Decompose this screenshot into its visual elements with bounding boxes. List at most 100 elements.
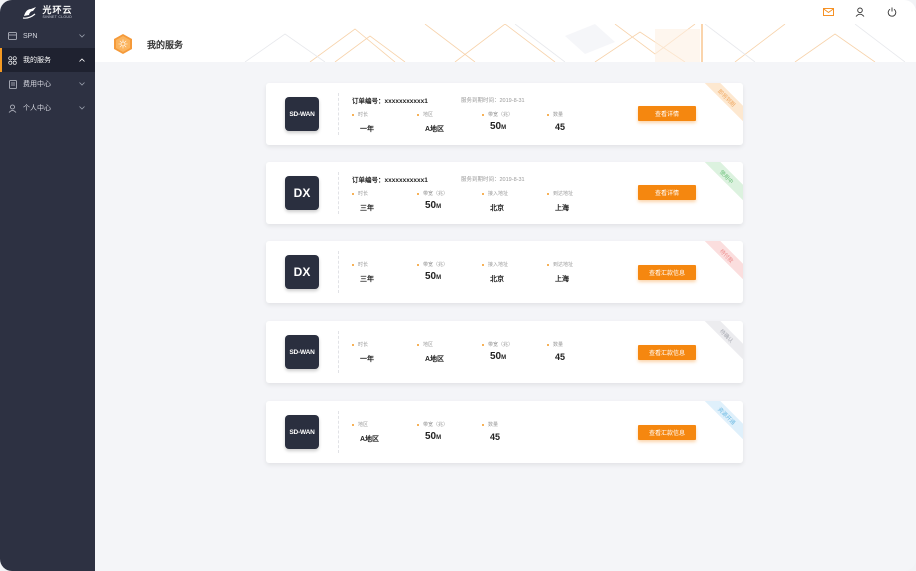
mail-icon[interactable] [822, 6, 834, 18]
field-label: 到达地址 [553, 262, 574, 268]
field-value: 上海 [555, 276, 569, 283]
bullet-icon [482, 343, 484, 346]
field-label: 时长 [358, 342, 369, 348]
bullet-icon [547, 113, 549, 116]
expire-time: 服务到期时间：2019-8-31 [461, 98, 525, 104]
field-duration: 时长 三年 [352, 190, 374, 213]
status-ribbon: 待付款 [701, 241, 743, 281]
field-value: 50 [425, 271, 437, 282]
product-tile: SD-WAN [285, 335, 319, 369]
field-bandwidth: 带宽（兆） 50M [482, 341, 513, 362]
product-tile: SD-WAN [285, 415, 319, 449]
bullet-icon [417, 423, 419, 426]
product-tile: DX [285, 176, 319, 210]
page-header: 我的服务 [95, 24, 916, 62]
field-label: 地区 [423, 342, 434, 348]
service-card: SD-WAN 地区 A地区 带宽（兆） 50M 数量 45 查看汇款信息 资源开… [266, 401, 743, 463]
bullet-icon [352, 263, 354, 266]
field-value: 45 [555, 122, 566, 132]
field-bandwidth: 带宽（兆） 50M [417, 261, 448, 282]
services-icon [8, 55, 17, 65]
billing-icon [8, 79, 17, 89]
divider [338, 251, 339, 293]
chevron-up-icon [77, 58, 87, 62]
field-value: 45 [490, 432, 501, 442]
field-label: 时长 [358, 112, 369, 118]
field-quantity: 数量 45 [547, 341, 565, 362]
field-value: 45 [555, 352, 566, 362]
sidebar: 光环云 SINNET CLOUD SPN 我的服务 费用中心 个人中心 [0, 0, 95, 571]
bullet-icon [352, 192, 354, 195]
bullet-icon [482, 263, 484, 266]
top-bar [95, 0, 916, 24]
bullet-icon [482, 423, 484, 426]
order-number: 订单编号：xxxxxxxxxxx1 [352, 177, 428, 184]
field-bandwidth: 带宽（兆） 50M [417, 421, 448, 442]
view-remittance-button[interactable]: 查看汇款信息 [638, 345, 696, 360]
field-label: 数量 [488, 422, 499, 428]
logo-subtitle: SINNET CLOUD [42, 15, 73, 20]
chevron-down-icon [77, 82, 87, 86]
user-icon[interactable] [854, 6, 866, 18]
field-value: A地区 [425, 356, 445, 363]
sidebar-item-billing[interactable]: 费用中心 [0, 72, 95, 96]
field-destination-address: 到达地址 上海 [547, 261, 573, 284]
field-duration: 时长 一年 [352, 341, 374, 364]
sidebar-item-personal[interactable]: 个人中心 [0, 96, 95, 120]
field-unit: M [436, 435, 442, 441]
field-unit: M [436, 275, 442, 281]
field-access-address: 接入地址 北京 [482, 261, 508, 284]
field-value: 50 [425, 200, 437, 211]
field-unit: M [436, 204, 442, 210]
field-value: 一年 [360, 356, 374, 363]
banner-decoration [244, 24, 906, 62]
bullet-icon [352, 423, 354, 426]
sidebar-item-label: 费用中心 [23, 81, 51, 88]
sidebar-item-spn[interactable]: SPN [0, 24, 95, 48]
service-card: DX 时长 三年 带宽（兆） 50M 接入地址 北京 到达地址 上海 查看汇款信… [266, 241, 743, 303]
bullet-icon [417, 192, 419, 195]
bullet-icon [482, 192, 484, 195]
view-details-button[interactable]: 查看详情 [638, 185, 696, 200]
view-remittance-button[interactable]: 查看汇款信息 [638, 425, 696, 440]
divider [338, 93, 339, 135]
field-access-address: 接入地址 北京 [482, 190, 508, 213]
bullet-icon [352, 113, 354, 116]
field-quantity: 数量 45 [482, 421, 500, 442]
sidebar-item-label: SPN [23, 32, 38, 40]
field-label: 数量 [553, 342, 564, 348]
service-card: DX 订单编号：xxxxxxxxxxx1 服务到期时间：2019-8-31 时长… [266, 162, 743, 224]
field-label: 地区 [358, 422, 369, 428]
sidebar-item-my-services[interactable]: 我的服务 [0, 48, 95, 72]
field-value: 北京 [490, 205, 504, 212]
service-card: SD-WAN 时长 一年 地区 A地区 带宽（兆） 50M 数量 45 查看汇款… [266, 321, 743, 383]
status-ribbon: 待确认 [701, 321, 743, 361]
view-remittance-button[interactable]: 查看汇款信息 [638, 265, 696, 280]
services-badge-icon [113, 33, 133, 55]
field-label: 时长 [358, 191, 369, 197]
field-quantity: 数量 45 [547, 111, 565, 132]
field-label: 带宽（兆） [423, 422, 449, 428]
field-bandwidth: 带宽（兆） 50M [482, 111, 513, 132]
field-destination-address: 到达地址 上海 [547, 190, 573, 213]
field-value: 50 [490, 351, 502, 362]
field-label: 带宽（兆） [488, 342, 514, 348]
app-window: 光环云 SINNET CLOUD SPN 我的服务 费用中心 个人中心 我的服务… [0, 0, 916, 571]
person-icon [8, 104, 17, 113]
bullet-icon [417, 343, 419, 346]
product-tile: DX [285, 255, 319, 289]
divider [338, 411, 339, 453]
bullet-icon [417, 263, 419, 266]
field-value: 三年 [360, 205, 374, 212]
logo-icon [22, 6, 38, 20]
expire-time: 服务到期时间：2019-8-31 [461, 177, 525, 183]
status-ribbon: 即将到期 [701, 83, 743, 123]
network-icon [8, 32, 17, 41]
field-value: 上海 [555, 205, 569, 212]
view-details-button[interactable]: 查看详情 [638, 106, 696, 121]
logo[interactable]: 光环云 SINNET CLOUD [0, 0, 95, 24]
field-value: 50 [490, 121, 502, 132]
field-value: 一年 [360, 126, 374, 133]
power-icon[interactable] [886, 6, 898, 18]
field-label: 带宽（兆） [423, 191, 449, 197]
